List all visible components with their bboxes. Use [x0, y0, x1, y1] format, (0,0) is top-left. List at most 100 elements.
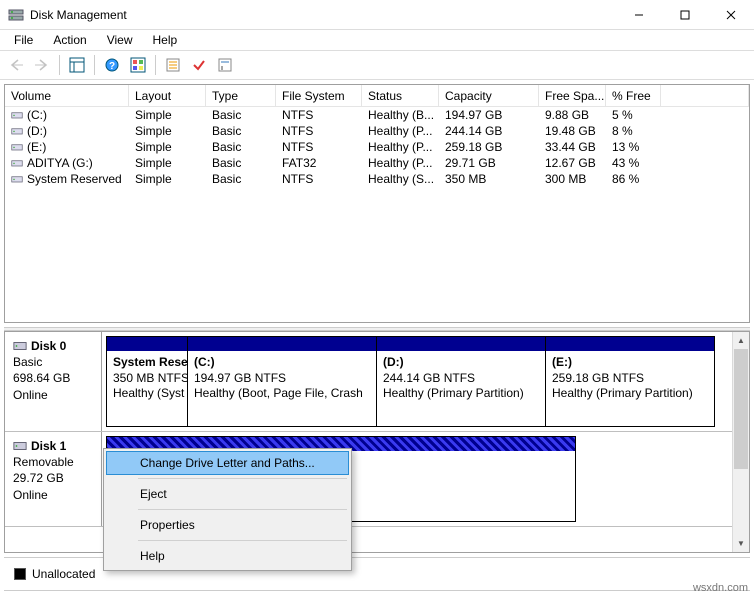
- cell-layout: Simple: [129, 172, 206, 186]
- cell-filesystem: NTFS: [276, 108, 362, 122]
- volume-name: ADITYA (G:): [27, 156, 93, 170]
- menu-view[interactable]: View: [99, 31, 141, 49]
- cell-status: Healthy (S...: [362, 172, 439, 186]
- col-freespace[interactable]: Free Spa...: [539, 85, 606, 106]
- minimize-button[interactable]: [616, 0, 662, 30]
- partition-size: 259.18 GB NTFS: [552, 371, 708, 387]
- cell-pctfree: 13 %: [606, 140, 661, 154]
- cell-filesystem: NTFS: [276, 140, 362, 154]
- col-type[interactable]: Type: [206, 85, 276, 106]
- partition-name: (C:): [194, 355, 370, 371]
- cell-free: 19.48 GB: [539, 124, 606, 138]
- settings-button[interactable]: [126, 53, 150, 77]
- vertical-scrollbar[interactable]: ▲ ▼: [732, 332, 749, 552]
- cell-filesystem: NTFS: [276, 172, 362, 186]
- ctx-eject[interactable]: Eject: [106, 482, 349, 506]
- ctx-change-drive-letter[interactable]: Change Drive Letter and Paths...: [106, 451, 349, 475]
- cell-free: 33.44 GB: [539, 140, 606, 154]
- partition-stripe: [546, 337, 714, 351]
- cell-layout: Simple: [129, 156, 206, 170]
- disk-label[interactable]: Disk 1 Removable 29.72 GB Online: [5, 432, 102, 526]
- cell-capacity: 29.71 GB: [439, 156, 539, 170]
- cell-type: Basic: [206, 172, 276, 186]
- volume-header-row: Volume Layout Type File System Status Ca…: [5, 85, 749, 107]
- ctx-separator: [138, 478, 347, 479]
- disk-state: Online: [13, 487, 93, 503]
- ctx-help[interactable]: Help: [106, 544, 349, 568]
- action-check-button[interactable]: [187, 53, 211, 77]
- legend-unallocated-label: Unallocated: [32, 567, 95, 581]
- cell-volume: ADITYA (G:): [5, 156, 129, 170]
- partition[interactable]: System Rese 350 MB NTFS Healthy (Syst: [106, 336, 188, 427]
- col-capacity[interactable]: Capacity: [439, 85, 539, 106]
- cell-capacity: 194.97 GB: [439, 108, 539, 122]
- action-list-button[interactable]: [161, 53, 185, 77]
- cell-status: Healthy (P...: [362, 124, 439, 138]
- toolbar-separator: [59, 55, 60, 75]
- volume-rows: (C:)SimpleBasicNTFSHealthy (B...194.97 G…: [5, 107, 749, 187]
- disk-title: Disk 0: [13, 338, 93, 354]
- volume-row[interactable]: (E:)SimpleBasicNTFSHealthy (P...259.18 G…: [5, 139, 749, 155]
- cell-pctfree: 8 %: [606, 124, 661, 138]
- col-filesystem[interactable]: File System: [276, 85, 362, 106]
- maximize-button[interactable]: [662, 0, 708, 30]
- back-button[interactable]: [4, 53, 28, 77]
- partition-size: 244.14 GB NTFS: [383, 371, 539, 387]
- svg-text:?: ?: [109, 61, 115, 72]
- partition-health: Healthy (Primary Partition): [552, 386, 708, 402]
- menu-file[interactable]: File: [6, 31, 41, 49]
- close-button[interactable]: [708, 0, 754, 30]
- titlebar: Disk Management: [0, 0, 754, 30]
- cell-pctfree: 86 %: [606, 172, 661, 186]
- volume-name: (D:): [27, 124, 47, 138]
- menu-help[interactable]: Help: [145, 31, 186, 49]
- cell-capacity: 350 MB: [439, 172, 539, 186]
- partition-body: (C:) 194.97 GB NTFS Healthy (Boot, Page …: [188, 351, 376, 406]
- cell-free: 12.67 GB: [539, 156, 606, 170]
- volume-row[interactable]: System ReservedSimpleBasicNTFSHealthy (S…: [5, 171, 749, 187]
- partition-name: (D:): [383, 355, 539, 371]
- cell-type: Basic: [206, 124, 276, 138]
- partition-stripe: [107, 337, 187, 351]
- disk-title: Disk 1: [13, 438, 93, 454]
- menu-action[interactable]: Action: [45, 31, 94, 49]
- volume-row[interactable]: ADITYA (G:)SimpleBasicFAT32Healthy (P...…: [5, 155, 749, 171]
- col-layout[interactable]: Layout: [129, 85, 206, 106]
- cell-volume: (E:): [5, 140, 129, 154]
- partition-body: (D:) 244.14 GB NTFS Healthy (Primary Par…: [377, 351, 545, 406]
- cell-type: Basic: [206, 108, 276, 122]
- cell-pctfree: 5 %: [606, 108, 661, 122]
- cell-filesystem: FAT32: [276, 156, 362, 170]
- volume-list-pane: Volume Layout Type File System Status Ca…: [4, 84, 750, 323]
- cell-type: Basic: [206, 156, 276, 170]
- view-top-button[interactable]: [65, 53, 89, 77]
- ctx-separator: [138, 509, 347, 510]
- app-icon: [8, 7, 24, 23]
- watermark: wsxdn.com: [693, 582, 748, 594]
- scroll-down-icon[interactable]: ▼: [733, 535, 749, 552]
- volume-row[interactable]: (D:)SimpleBasicNTFSHealthy (P...244.14 G…: [5, 123, 749, 139]
- partition[interactable]: (E:) 259.18 GB NTFS Healthy (Primary Par…: [545, 336, 715, 427]
- properties-button[interactable]: [213, 53, 237, 77]
- help-button[interactable]: ?: [100, 53, 124, 77]
- partition-health: Healthy (Syst: [113, 386, 181, 402]
- scroll-up-icon[interactable]: ▲: [733, 332, 749, 349]
- volume-row[interactable]: (C:)SimpleBasicNTFSHealthy (B...194.97 G…: [5, 107, 749, 123]
- col-tail[interactable]: [661, 85, 749, 106]
- cell-capacity: 244.14 GB: [439, 124, 539, 138]
- ctx-properties[interactable]: Properties: [106, 513, 349, 537]
- disk-row: Disk 0 Basic 698.64 GB Online System Res…: [5, 332, 732, 432]
- menubar: File Action View Help: [0, 30, 754, 50]
- disk-size: 698.64 GB: [13, 370, 93, 386]
- col-volume[interactable]: Volume: [5, 85, 129, 106]
- disk-size: 29.72 GB: [13, 470, 93, 486]
- disk-label[interactable]: Disk 0 Basic 698.64 GB Online: [5, 332, 102, 431]
- scroll-thumb[interactable]: [734, 349, 748, 469]
- col-status[interactable]: Status: [362, 85, 439, 106]
- forward-button[interactable]: [30, 53, 54, 77]
- partition[interactable]: (C:) 194.97 GB NTFS Healthy (Boot, Page …: [187, 336, 377, 427]
- partition[interactable]: (D:) 244.14 GB NTFS Healthy (Primary Par…: [376, 336, 546, 427]
- partition-body: (E:) 259.18 GB NTFS Healthy (Primary Par…: [546, 351, 714, 406]
- swatch-unallocated-icon: [14, 568, 26, 580]
- col-pctfree[interactable]: % Free: [606, 85, 661, 106]
